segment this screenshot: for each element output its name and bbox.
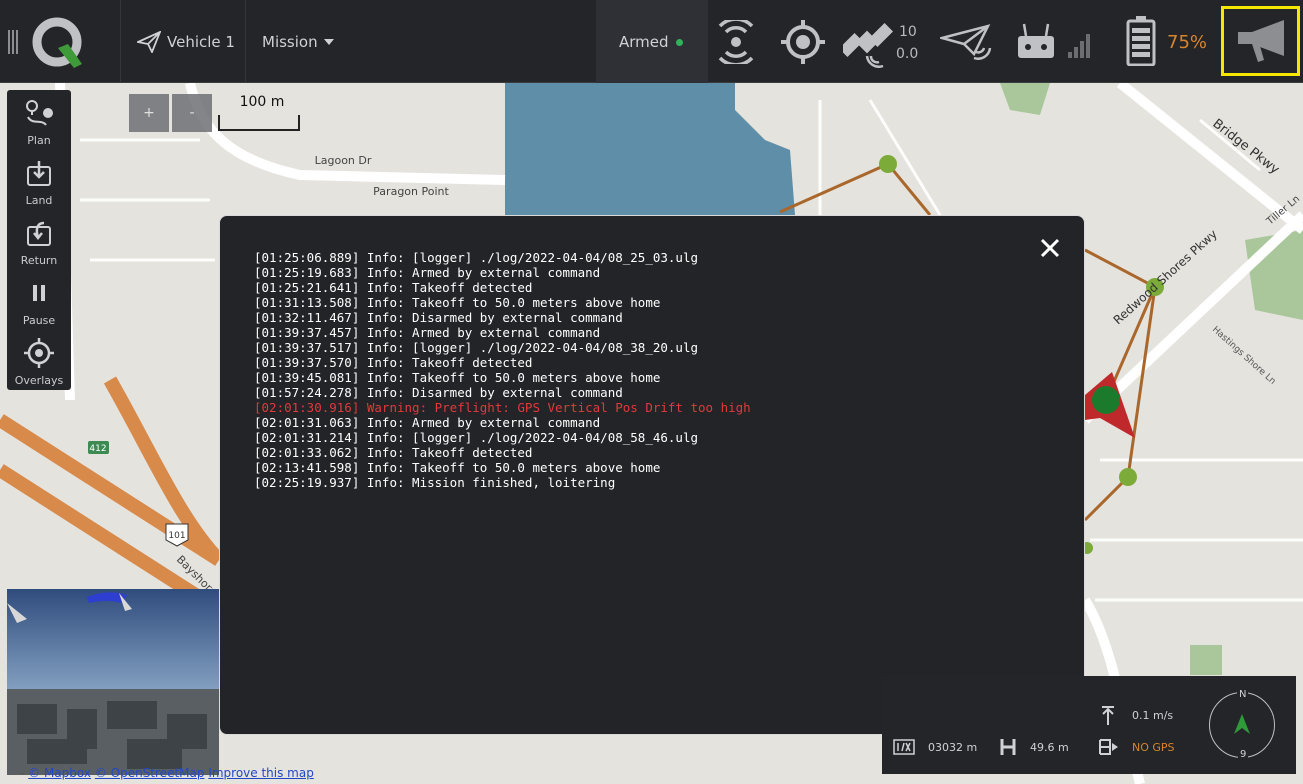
message-log: [01:25:06.889] Info: [logger] ./log/2022… — [254, 250, 751, 490]
scale-bar — [218, 115, 300, 131]
return-icon — [27, 221, 51, 246]
land-icon — [27, 161, 51, 186]
osm-link[interactable]: © OpenStreetMap — [95, 766, 205, 780]
altitude-icon — [1000, 739, 1016, 755]
compass: N 9 — [1209, 689, 1275, 760]
svg-text:101: 101 — [168, 531, 185, 541]
signal-icon[interactable] — [716, 20, 756, 64]
log-line: [01:57:24.278] Info: Disarmed by externa… — [254, 385, 623, 400]
street-label: Lagoon Dr — [315, 154, 372, 167]
tool-strip: Plan Land Return Pause Overlays — [7, 90, 71, 390]
log-line: [01:31:13.508] Info: Takeoff to 50.0 met… — [254, 295, 661, 310]
gps-status-value: NO GPS — [1132, 741, 1175, 754]
flight-mode-label: Mission — [262, 33, 318, 51]
tool-label: Return — [20, 254, 58, 267]
plane-icon — [137, 31, 161, 53]
log-line: [02:25:19.937] Info: Mission finished, l… — [254, 475, 616, 490]
log-line-warning: [02:01:30.916] Warning: Preflight: GPS V… — [254, 400, 751, 415]
overlays-icon — [24, 338, 54, 368]
satellite-icon[interactable] — [843, 18, 893, 68]
battery-percent: 75% — [1167, 32, 1208, 53]
log-line: [01:39:37.517] Info: [logger] ./log/2022… — [254, 340, 699, 355]
video-feed[interactable] — [7, 589, 219, 775]
scale-label: 100 m — [239, 94, 285, 110]
zoom-in-button[interactable]: + — [129, 94, 169, 132]
mapbox-link[interactable]: © Mapbox — [28, 766, 91, 780]
log-line: [01:39:45.081] Info: Takeoff to 50.0 met… — [254, 370, 661, 385]
top-toolbar: Vehicle 1 Mission Armed 10 0.0 75% — [0, 0, 1303, 83]
vehicle-label: Vehicle 1 — [167, 33, 235, 51]
log-line: [01:39:37.570] Info: Takeoff detected — [254, 355, 533, 370]
telemetry-icon[interactable] — [940, 24, 992, 60]
compass-north-label: N — [1237, 689, 1249, 700]
log-line: [02:01:33.062] Info: Takeoff detected — [254, 445, 533, 460]
compass-heading-value: 9 — [1238, 749, 1249, 760]
gps-status-icon — [1099, 739, 1118, 755]
message-log-dialog: [01:25:06.889] Info: [logger] ./log/2022… — [219, 215, 1085, 735]
target-icon[interactable] — [779, 18, 827, 66]
arm-status-dot — [676, 39, 683, 46]
plan-button[interactable]: Plan — [7, 94, 71, 154]
dropdown-icon — [324, 39, 334, 45]
close-icon[interactable] — [1038, 236, 1062, 260]
heading-arrow-icon — [1234, 714, 1250, 734]
gps-hdop: 0.0 — [896, 46, 919, 62]
flight-mode-dropdown[interactable]: Mission — [246, 0, 356, 83]
log-line: [02:01:31.214] Info: [logger] ./log/2022… — [254, 430, 699, 445]
log-line: [02:13:41.598] Info: Takeoff to 50.0 met… — [254, 460, 661, 475]
zoom-out-button[interactable]: - — [172, 94, 212, 132]
overlays-button[interactable]: Overlays — [7, 334, 71, 394]
street-label: Paragon Point — [373, 185, 449, 198]
log-line: [01:25:19.683] Info: Armed by external c… — [254, 265, 601, 280]
map-attribution: - © Mapbox © OpenStreetMap Improve this … — [20, 766, 314, 780]
altitude-value: 49.6 m — [1030, 741, 1069, 754]
tool-label: Plan — [27, 134, 51, 147]
distance-value: 03032 m — [928, 741, 978, 754]
log-line: [02:01:31.063] Info: Armed by external c… — [254, 415, 601, 430]
rc-icon[interactable] — [1016, 22, 1096, 62]
svg-text:412: 412 — [89, 444, 106, 454]
improve-map-link[interactable]: Improve this map — [208, 766, 314, 780]
arm-status[interactable]: Armed — [596, 0, 708, 83]
battery-icon[interactable] — [1126, 16, 1156, 66]
pause-button[interactable]: Pause — [7, 274, 71, 334]
log-line: [01:25:06.889] Info: [logger] ./log/2022… — [254, 250, 699, 265]
log-line: [01:25:21.641] Info: Takeoff detected — [254, 280, 533, 295]
land-button[interactable]: Land — [7, 154, 71, 214]
tool-label: Overlays — [14, 374, 64, 387]
menu-icon[interactable] — [8, 30, 20, 54]
vertical-speed-value: 0.1 m/s — [1132, 709, 1174, 722]
tool-label: Land — [25, 194, 53, 207]
app-logo[interactable] — [30, 16, 86, 72]
distance-icon — [893, 739, 915, 755]
arm-status-label: Armed — [619, 33, 669, 51]
messages-indicator-highlight — [1221, 6, 1300, 76]
plan-icon — [26, 100, 53, 126]
log-line: [01:39:37.457] Info: Armed by external c… — [254, 325, 601, 340]
vertical-speed-icon — [1102, 706, 1114, 725]
log-line: [01:32:11.467] Info: Disarmed by externa… — [254, 310, 623, 325]
return-button[interactable]: Return — [7, 214, 71, 274]
vehicle-selector[interactable]: Vehicle 1 — [121, 0, 245, 83]
pause-icon — [33, 285, 45, 301]
gps-sat-count: 10 — [899, 24, 917, 40]
tool-label: Pause — [22, 314, 56, 327]
